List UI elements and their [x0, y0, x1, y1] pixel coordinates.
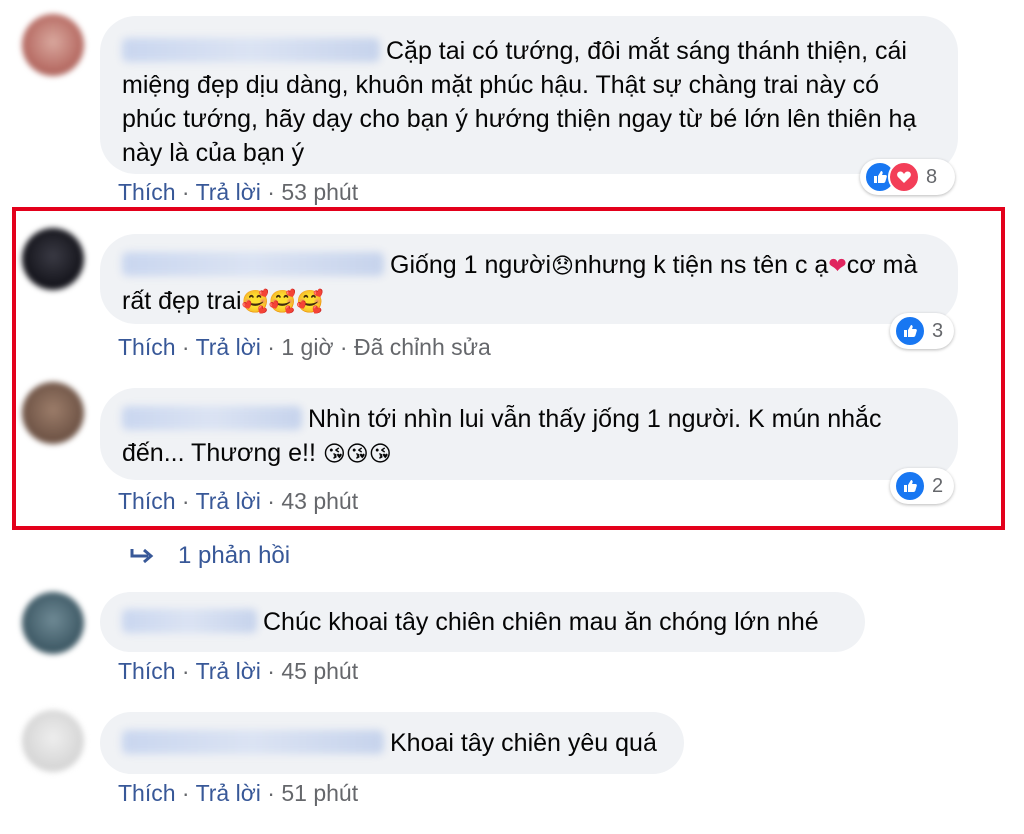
reply-link[interactable]: Trả lời [196, 334, 261, 360]
reaction-count: 2 [932, 474, 944, 497]
avatar[interactable] [22, 592, 84, 654]
edited-label[interactable]: Đã chỉnh sửa [354, 334, 491, 360]
reply-link[interactable]: Trả lời [196, 780, 261, 806]
like-link[interactable]: Thích [118, 780, 176, 806]
like-link[interactable]: Thích [118, 179, 176, 205]
heart-emoji: ❤ [828, 254, 847, 279]
author-name-blurred[interactable] [122, 730, 384, 754]
reactions-summary[interactable]: 3 [890, 313, 954, 349]
kiss-emoji: 😘😘😘 [322, 442, 392, 467]
reply-link[interactable]: Trả lời [196, 658, 261, 684]
comment-bubble: Nhìn tới nhìn lui vẫn thấy jống 1 người.… [100, 388, 958, 480]
comment-text-part: nhưng k tiện ns tên c ạ [573, 251, 829, 279]
reply-link[interactable]: Trả lời [196, 488, 261, 514]
reaction-count: 8 [926, 165, 938, 188]
comment-actions: Thích · Trả lời · 51 phút [118, 780, 359, 806]
comment-bubble: Khoai tây chiên yêu quá [100, 712, 684, 774]
comment-text: Chúc khoai tây chiên chiên mau ăn chóng … [263, 608, 819, 636]
comment-bubble: Cặp tai có tướng, đôi mắt sáng thánh thi… [100, 16, 958, 174]
comment-bubble: Giống 1 người😞nhưng k tiện ns tên c ạ❤cơ… [100, 234, 958, 324]
comment-bubble: Chúc khoai tây chiên chiên mau ăn chóng … [100, 592, 865, 652]
timestamp[interactable]: 45 phút [281, 658, 358, 684]
comment-text-part: Giống 1 người [390, 251, 551, 279]
comment-actions: Thích · Trả lời · 53 phút [118, 179, 359, 205]
avatar[interactable] [22, 710, 84, 772]
timestamp[interactable]: 43 phút [281, 488, 358, 514]
like-link[interactable]: Thích [118, 334, 176, 360]
comment-actions: Thích · Trả lời · 43 phút [118, 488, 359, 514]
author-name-blurred[interactable] [122, 252, 384, 276]
author-name-blurred[interactable] [122, 609, 257, 633]
like-link[interactable]: Thích [118, 658, 176, 684]
comment-text: Khoai tây chiên yêu quá [390, 729, 657, 757]
avatar[interactable] [22, 382, 84, 444]
reactions-summary[interactable]: 8 [860, 159, 955, 195]
like-icon [894, 315, 926, 347]
reply-arrow-icon [130, 548, 154, 564]
view-replies-link[interactable]: 1 phản hồi [130, 542, 290, 570]
author-name-blurred[interactable] [122, 406, 302, 430]
timestamp[interactable]: 51 phút [281, 780, 358, 806]
reactions-summary[interactable]: 2 [890, 468, 954, 504]
timestamp[interactable]: 1 giờ [281, 334, 333, 360]
avatar[interactable] [22, 228, 84, 290]
reaction-count: 3 [932, 319, 944, 342]
comment-actions: Thích · Trả lời · 1 giờ · Đã chỉnh sửa [118, 334, 491, 360]
avatar[interactable] [22, 14, 84, 76]
like-icon [894, 470, 926, 502]
replies-count-label[interactable]: 1 phản hồi [178, 542, 290, 570]
smiling-hearts-emoji: 🥰🥰🥰 [241, 290, 324, 315]
like-link[interactable]: Thích [118, 488, 176, 514]
love-icon [888, 161, 920, 193]
reply-link[interactable]: Trả lời [196, 179, 261, 205]
comment-actions: Thích · Trả lời · 45 phút [118, 658, 359, 684]
author-name-blurred[interactable] [122, 38, 380, 62]
timestamp[interactable]: 53 phút [281, 179, 358, 205]
disappointed-emoji: 😞 [551, 254, 574, 279]
